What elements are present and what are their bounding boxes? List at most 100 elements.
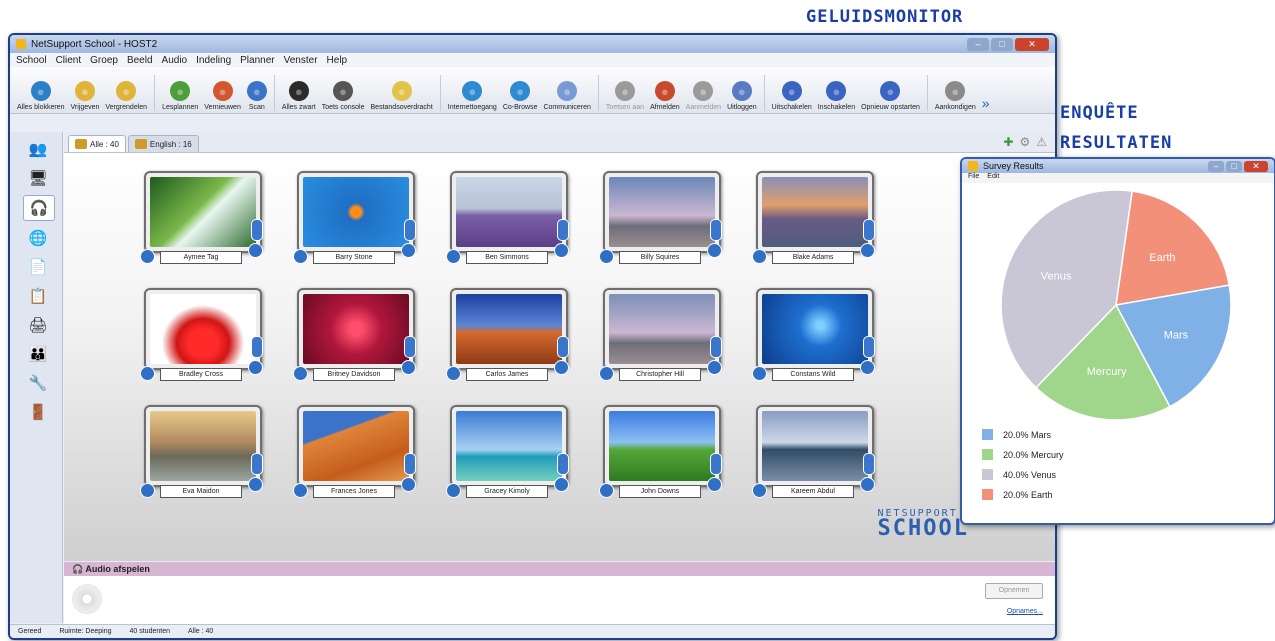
survey-minimize-button[interactable]: – <box>1208 160 1224 172</box>
headphone-icon[interactable] <box>707 360 722 375</box>
student-thumbnail[interactable]: Gracey Kimoly <box>446 405 569 498</box>
sidebar-clipboard-icon[interactable]: 📋 <box>23 284 53 308</box>
toolbar-button-6[interactable]: ● Scan <box>246 81 267 111</box>
toolbar-button-10[interactable]: ● Bestandsoverdracht <box>371 81 433 111</box>
student-thumbnail[interactable]: Kareem Abdul <box>752 405 875 498</box>
speaker-icon[interactable] <box>293 249 308 264</box>
survey-menu-file[interactable]: File <box>968 173 979 183</box>
survey-menu-edit[interactable]: Edit <box>987 173 999 183</box>
speaker-icon[interactable] <box>599 249 614 264</box>
toolbar-button-12[interactable]: ● Internettoegang <box>448 81 497 111</box>
sidebar-monitor-icon[interactable]: 🖥 <box>23 166 53 190</box>
sidebar-group-icon[interactable]: 👪 <box>23 342 53 366</box>
toolbar-button-14[interactable]: ● Communiceren <box>543 81 591 111</box>
menu-venster[interactable]: Venster <box>284 55 318 66</box>
toolbar-button-19[interactable]: ● Uitloggen <box>727 81 757 111</box>
tab-english[interactable]: English : 16 <box>127 135 199 152</box>
sidebar-document-icon[interactable]: 📄 <box>23 255 53 279</box>
toolbar-button-17[interactable]: ● Afmelden <box>650 81 680 111</box>
speaker-icon[interactable] <box>293 483 308 498</box>
headphone-icon[interactable] <box>401 360 416 375</box>
toolbar-button-21[interactable]: ● Uitschakelen <box>772 81 812 111</box>
toolbar-button-0[interactable]: ● Alles blokkeren <box>17 81 64 111</box>
student-thumbnail[interactable]: Aymee Tag <box>140 171 263 264</box>
recordings-link[interactable]: Opnames... <box>1007 608 1043 615</box>
toolbar-button-23[interactable]: ● Opnieuw opstarten <box>861 81 920 111</box>
student-thumbnail[interactable]: Britney Davidson <box>293 288 416 381</box>
student-thumbnail[interactable]: Christopher Hill <box>599 288 722 381</box>
speaker-icon[interactable] <box>599 483 614 498</box>
menu-audio[interactable]: Audio <box>162 55 188 66</box>
speaker-icon[interactable] <box>752 483 767 498</box>
toolbar-button-4[interactable]: ● Lesplannen <box>162 81 198 111</box>
menu-planner[interactable]: Planner <box>240 55 274 66</box>
headphone-icon[interactable] <box>401 477 416 492</box>
headphone-icon[interactable] <box>707 243 722 258</box>
delete-group-icon[interactable]: ⚠ <box>1036 135 1047 149</box>
menu-school[interactable]: School <box>16 55 47 66</box>
toolbar-overflow-chevron-icon[interactable]: » <box>982 95 990 111</box>
sidebar-door-icon[interactable]: 🚪 <box>23 400 53 424</box>
student-thumbnail[interactable]: John Downs <box>599 405 722 498</box>
student-thumbnail[interactable]: Constans Wild <box>752 288 875 381</box>
sidebar-printer-icon[interactable]: 🖨 <box>23 313 53 337</box>
survey-close-button[interactable]: ✕ <box>1244 160 1268 172</box>
speaker-icon[interactable] <box>140 249 155 264</box>
sidebar-globe-icon[interactable]: 🌐 <box>23 226 53 250</box>
toolbar-button-8[interactable]: ● Alles zwart <box>282 81 316 111</box>
headphone-icon[interactable] <box>554 243 569 258</box>
toolbar-button-16[interactable]: ● Toetsen aan <box>606 81 644 111</box>
speaker-icon[interactable] <box>140 483 155 498</box>
headphone-icon[interactable] <box>554 477 569 492</box>
headphone-icon[interactable] <box>248 477 263 492</box>
menu-help[interactable]: Help <box>327 55 348 66</box>
maximize-button[interactable]: □ <box>991 37 1013 51</box>
tab-all[interactable]: Alle : 40 <box>68 135 126 152</box>
headphone-icon[interactable] <box>401 243 416 258</box>
menu-groep[interactable]: Groep <box>90 55 118 66</box>
speaker-icon[interactable] <box>446 483 461 498</box>
survey-maximize-button[interactable]: □ <box>1226 160 1242 172</box>
menu-client[interactable]: Client <box>56 55 82 66</box>
headphone-icon[interactable] <box>248 360 263 375</box>
student-thumbnail[interactable]: Ben Simmons <box>446 171 569 264</box>
close-button[interactable]: ✕ <box>1015 37 1049 51</box>
sidebar-tools-icon[interactable]: 🔧 <box>23 371 53 395</box>
student-thumbnail[interactable]: Eva Maidon <box>140 405 263 498</box>
headphone-icon[interactable] <box>860 243 875 258</box>
headphone-icon[interactable] <box>554 360 569 375</box>
toolbar-button-22[interactable]: ● Inschakelen <box>818 81 855 111</box>
student-thumbnail[interactable]: Billy Squires <box>599 171 722 264</box>
headphone-icon[interactable] <box>707 477 722 492</box>
toolbar-button-2[interactable]: ● Vergrendelen <box>105 81 147 111</box>
toolbar-button-9[interactable]: ● Toets console <box>322 81 365 111</box>
toolbar-button-18[interactable]: ● Aanmelden <box>686 81 721 111</box>
speaker-icon[interactable] <box>752 366 767 381</box>
headphone-icon[interactable] <box>248 243 263 258</box>
student-thumbnail[interactable]: Bradley Cross <box>140 288 263 381</box>
menu-beeld[interactable]: Beeld <box>127 55 153 66</box>
speaker-icon[interactable] <box>599 366 614 381</box>
headphone-icon[interactable] <box>860 477 875 492</box>
student-thumbnail[interactable]: Frances Jones <box>293 405 416 498</box>
speaker-icon[interactable] <box>446 366 461 381</box>
student-thumbnail[interactable]: Barry Stone <box>293 171 416 264</box>
sidebar-users-icon[interactable]: 👥 <box>23 137 53 161</box>
toolbar-button-5[interactable]: ● Vernieuwen <box>204 81 241 111</box>
toolbar-button-1[interactable]: ● Vrijgeven <box>70 81 99 111</box>
speaker-icon[interactable] <box>752 249 767 264</box>
speaker-icon[interactable] <box>140 366 155 381</box>
minimize-button[interactable]: – <box>967 37 989 51</box>
speaker-icon[interactable] <box>446 249 461 264</box>
add-group-icon[interactable]: ✚ <box>1003 135 1013 149</box>
student-thumbnail[interactable]: Carlos James <box>446 288 569 381</box>
toolbar-button-25[interactable]: ● Aankondigen <box>935 81 976 111</box>
headphone-icon[interactable] <box>860 360 875 375</box>
record-button[interactable]: Opnemen <box>985 583 1043 599</box>
settings-icon[interactable]: ⚙ <box>1019 135 1030 149</box>
sidebar-audio-icon[interactable]: 🎧 <box>23 195 55 221</box>
student-thumbnail[interactable]: Blake Adams <box>752 171 875 264</box>
menu-indeling[interactable]: Indeling <box>196 55 231 66</box>
toolbar-button-13[interactable]: ● Co-Browse <box>503 81 537 111</box>
speaker-icon[interactable] <box>293 366 308 381</box>
